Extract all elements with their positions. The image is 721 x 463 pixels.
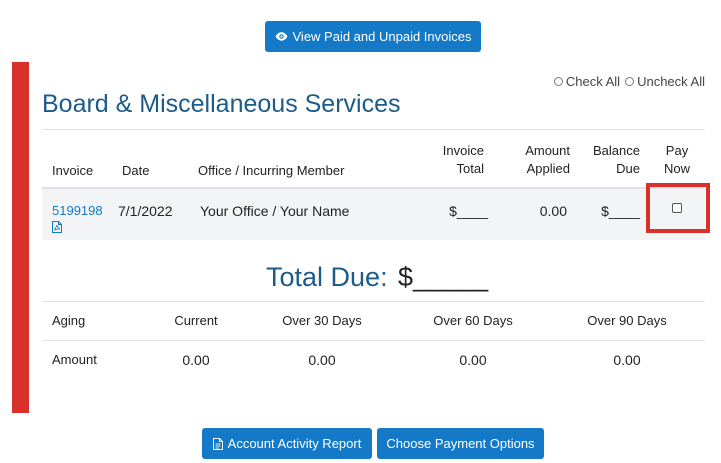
pay-now-checkbox[interactable] xyxy=(672,203,682,213)
aging-header-current: Current xyxy=(174,313,218,328)
aging-top-divider xyxy=(42,301,705,302)
total-due-label: Total Due: xyxy=(266,262,388,292)
check-options: Check All Uncheck All xyxy=(553,74,705,89)
invoice-date: 7/1/2022 xyxy=(118,203,173,219)
uncheck-all-radio[interactable] xyxy=(625,77,635,86)
invoice-number-link[interactable]: 5199198 xyxy=(52,203,103,218)
uncheck-all-label: Uncheck All xyxy=(637,74,705,89)
invoice-office: Your Office / Your Name xyxy=(200,203,350,219)
view-invoices-label: View Paid and Unpaid Invoices xyxy=(292,29,472,44)
aging-60-value: 0.00 xyxy=(459,352,487,368)
balance-due: $____ xyxy=(601,203,640,219)
aging-30-value: 0.00 xyxy=(308,352,336,368)
account-activity-report-button[interactable]: Account Activity Report xyxy=(202,428,372,459)
header-pay-now: Pay Now xyxy=(663,143,690,176)
section-title: Board & Miscellaneous Services xyxy=(42,90,401,118)
check-all-option[interactable]: Check All xyxy=(553,74,621,89)
aging-header-90: Over 90 Days xyxy=(587,313,667,328)
account-activity-label: Account Activity Report xyxy=(227,436,362,451)
aging-mid-divider xyxy=(42,340,705,341)
choose-payment-options-button[interactable]: Choose Payment Options xyxy=(377,428,544,459)
header-invoice-total: Invoice Total xyxy=(442,143,484,176)
uncheck-all-option[interactable]: Uncheck All xyxy=(625,74,705,89)
aging-header-label: Aging xyxy=(52,313,86,328)
aging-row-label: Amount xyxy=(52,352,97,367)
total-due-value: $_____ xyxy=(398,262,489,292)
highlight-bar xyxy=(12,62,29,413)
invoice-total: $____ xyxy=(449,203,488,219)
title-divider xyxy=(42,129,705,130)
aging-current-value: 0.00 xyxy=(182,352,210,368)
header-amount-applied: Amount Applied xyxy=(525,143,570,176)
view-invoices-button[interactable]: View Paid and Unpaid Invoices xyxy=(265,21,481,52)
aging-header-30: Over 30 Days xyxy=(282,313,362,328)
pdf-icon[interactable] xyxy=(52,221,62,233)
check-all-radio[interactable] xyxy=(553,77,563,86)
amount-applied: 0.00 xyxy=(539,203,567,219)
eye-icon xyxy=(275,32,287,41)
header-date: Date xyxy=(122,163,150,178)
aging-90-value: 0.00 xyxy=(613,352,641,368)
aging-header-60: Over 60 Days xyxy=(433,313,513,328)
document-icon xyxy=(212,437,223,450)
header-office: Office / Incurring Member xyxy=(198,163,345,178)
check-all-label: Check All xyxy=(565,74,621,89)
header-balance-due: Balance Due xyxy=(593,143,640,176)
header-invoice: Invoice xyxy=(52,163,94,178)
